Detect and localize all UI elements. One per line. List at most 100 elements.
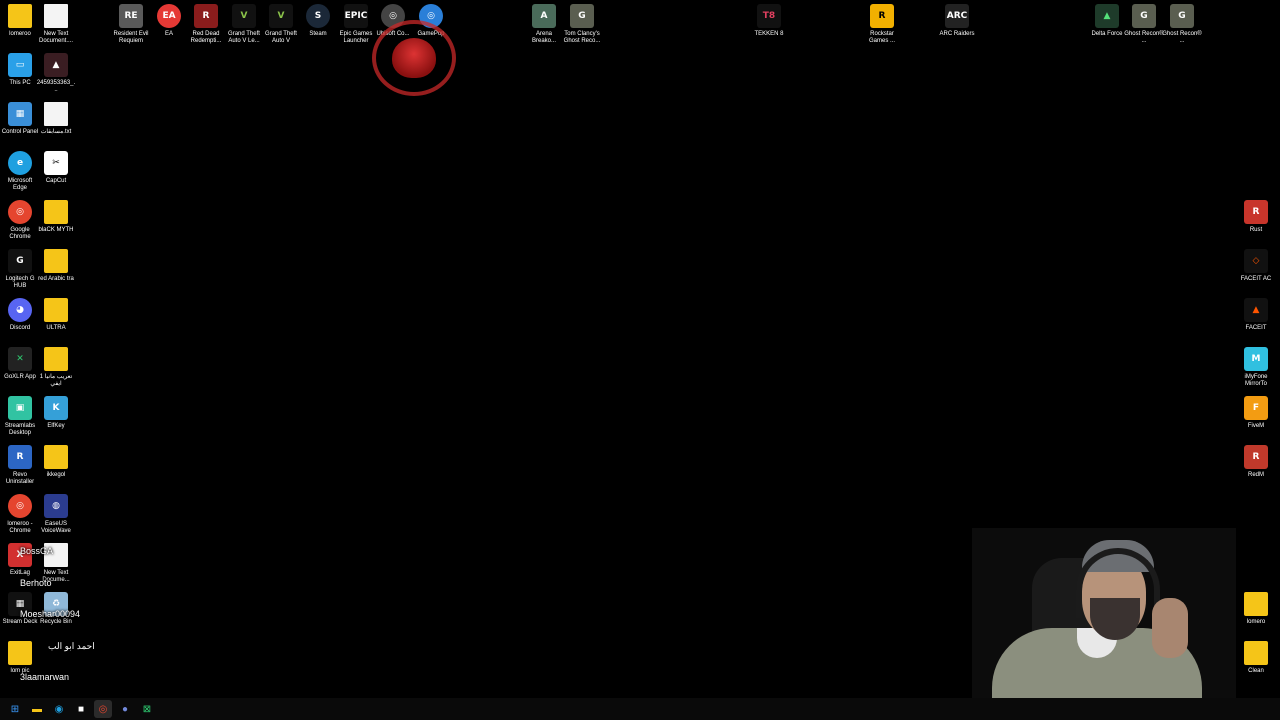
left-icon-11[interactable]: red Arabic tra [36, 249, 76, 283]
folder-icon [44, 249, 68, 273]
left-icon-2[interactable]: ▭ This PC [0, 53, 40, 87]
left-icon-16[interactable]: ▣ Streamlabs Desktop [0, 396, 40, 437]
fivem-icon: F [1244, 396, 1268, 420]
desktop-icon-label: ExitLag [9, 570, 30, 576]
top-icon-14[interactable]: ▲ Delta Force [1087, 4, 1127, 38]
left-icon-15[interactable]: تعريب مانيا 1 ايفي [36, 347, 76, 388]
left-icon-10[interactable]: G Logitech G HUB [0, 249, 40, 290]
folder-icon [8, 4, 32, 28]
right-icon-5[interactable]: R RedM [1236, 445, 1276, 479]
desktop-icon-label: Logitech G HUB [5, 276, 35, 289]
left-icon-17[interactable]: K ElfKey [36, 396, 76, 430]
right-icon-0[interactable]: R Rust [1236, 200, 1276, 234]
left-icon-4[interactable]: ▦ Control Panel [0, 102, 40, 136]
left-icon-5[interactable]: مسابقات.txt [36, 102, 76, 136]
top-icon-12[interactable]: R Rockstar Games ... [862, 4, 902, 45]
folder-icon [44, 200, 68, 224]
top-icon-0[interactable]: RE Resident Evil Requiem [111, 4, 151, 45]
right-icon-2[interactable]: ▲ FACEIT [1236, 298, 1276, 332]
chat-username: احمد ابو الب [48, 641, 95, 651]
epic-icon: EPIC [344, 4, 368, 28]
windows-start-icon[interactable]: ⊞ [6, 700, 24, 718]
folder-icon [1244, 592, 1268, 616]
tekken-icon: T8 [757, 4, 781, 28]
left-icon-12[interactable]: ◕ Discord [0, 298, 40, 332]
discord-icon[interactable]: ● [116, 700, 134, 718]
desktop-icon-label: Streamlabs Desktop [4, 423, 36, 436]
desktop-icon-label: Resident Evil Requiem [113, 31, 149, 44]
desktop-icon-label: Google Chrome [9, 227, 31, 240]
top-icon-6[interactable]: EPIC Epic Games Launcher [336, 4, 376, 45]
delta-icon: ▲ [1095, 4, 1119, 28]
easeus-icon: ◍ [44, 494, 68, 518]
file-explorer-icon[interactable]: ▬ [28, 700, 46, 718]
rdr-icon: R [194, 4, 218, 28]
top-icon-15[interactable]: G Ghost Recon® ... [1124, 4, 1164, 45]
store-icon[interactable]: ■ [72, 700, 90, 718]
left-icon-20[interactable]: ◎ lomeroo - Chrome [0, 494, 40, 535]
desktop-icon-label: This PC [9, 80, 31, 86]
desktop-icon-label: Recycle Bin [40, 619, 72, 625]
left-icon-1[interactable]: New Text Document.... [36, 4, 76, 45]
top-icon-9[interactable]: A Arena Breako... [524, 4, 564, 45]
folder-icon [44, 298, 68, 322]
desktop-icon-label: CapCut [45, 178, 67, 184]
desktop: lomeroo New Text Document.... ▭ This PC ▲ 245… [0, 0, 1280, 720]
right-icon-7[interactable]: Clean [1236, 641, 1276, 675]
thispc-icon: ▭ [8, 53, 32, 77]
left-icon-18[interactable]: R Revo Uninstaller [0, 445, 40, 486]
left-icon-14[interactable]: ✕ GoXLR App [0, 347, 40, 381]
desktop-icon-label: lomero [1246, 619, 1266, 625]
webcam-overlay [972, 528, 1236, 720]
desktop-icon-label: Discord [9, 325, 31, 331]
top-icon-3[interactable]: V Grand Theft Auto V Le... [224, 4, 264, 45]
right-icon-3[interactable]: MiMyFone MirrorTo [1236, 347, 1276, 388]
top-icon-10[interactable]: G Tom Clancy's Ghost Reco... [562, 4, 602, 45]
top-icon-1[interactable]: EA EA [149, 4, 189, 38]
desktop-icon-label: Red Dead Redempti... [190, 31, 222, 44]
discord-icon: ◕ [8, 298, 32, 322]
re-icon: RE [119, 4, 143, 28]
right-icon-1[interactable]: ◇ FACEIT AC [1236, 249, 1276, 283]
left-icon-13[interactable]: ULTRA [36, 298, 76, 332]
edge-icon[interactable]: ◉ [50, 700, 68, 718]
desktop-icon-label: مسابقات.txt [40, 129, 72, 135]
left-icon-21[interactable]: ◍ EaseUS VoiceWave [36, 494, 76, 535]
logitech-icon: G [8, 249, 32, 273]
top-icon-11[interactable]: T8 TEKKEN 8 [749, 4, 789, 38]
stream-overlay-logo [372, 20, 456, 96]
left-icon-7[interactable]: ✂ CapCut [36, 151, 76, 185]
top-icon-4[interactable]: V Grand Theft Auto V [261, 4, 301, 45]
chrome-icon[interactable]: ◎ [94, 700, 112, 718]
left-icon-26[interactable]: lom pic [0, 641, 40, 675]
top-icon-2[interactable]: R Red Dead Redempti... [186, 4, 226, 45]
right-icon-6[interactable]: lomero [1236, 592, 1276, 626]
top-icon-5[interactable]: S Steam [298, 4, 338, 38]
chat-username: BossGA [20, 546, 54, 556]
desktop-icon-label: Grand Theft Auto V Le... [228, 31, 260, 44]
top-icon-16[interactable]: G Ghost Recon® ... [1162, 4, 1202, 45]
left-icon-0[interactable]: lomeroo [0, 4, 40, 38]
goxlr-icon[interactable]: ⊠ [138, 700, 156, 718]
desktop-icon-label: Clean [1248, 668, 1264, 674]
desktop-icon-label: FACEIT AC [1240, 276, 1272, 282]
ghost-icon: G [570, 4, 594, 28]
capcut-icon: ✂ [44, 151, 68, 175]
left-icon-9[interactable]: blaCK MYTH [36, 200, 76, 234]
left-icon-6[interactable]: e Microsoft Edge [0, 151, 40, 192]
red-mask-icon [392, 38, 436, 78]
streamlabs-icon: ▣ [8, 396, 32, 420]
left-icon-19[interactable]: ikkegol [36, 445, 76, 479]
elfkey-icon: K [44, 396, 68, 420]
left-icon-8[interactable]: ◎ Google Chrome [0, 200, 40, 241]
desktop-icon-label: lomeroo [9, 31, 31, 37]
faceit-icon: ▲ [1244, 298, 1268, 322]
arena-icon: A [532, 4, 556, 28]
right-icon-4[interactable]: F FiveM [1236, 396, 1276, 430]
left-icon-3[interactable]: ▲ 2459353363_... [36, 53, 76, 94]
desktop-icon-label: red Arabic tra [38, 276, 74, 282]
desktop-icon-label: lomeroo - Chrome [7, 521, 33, 534]
control-icon: ▦ [8, 102, 32, 126]
top-icon-13[interactable]: ARC ARC Raiders [937, 4, 977, 38]
chat-username: Berhoto [20, 578, 52, 588]
